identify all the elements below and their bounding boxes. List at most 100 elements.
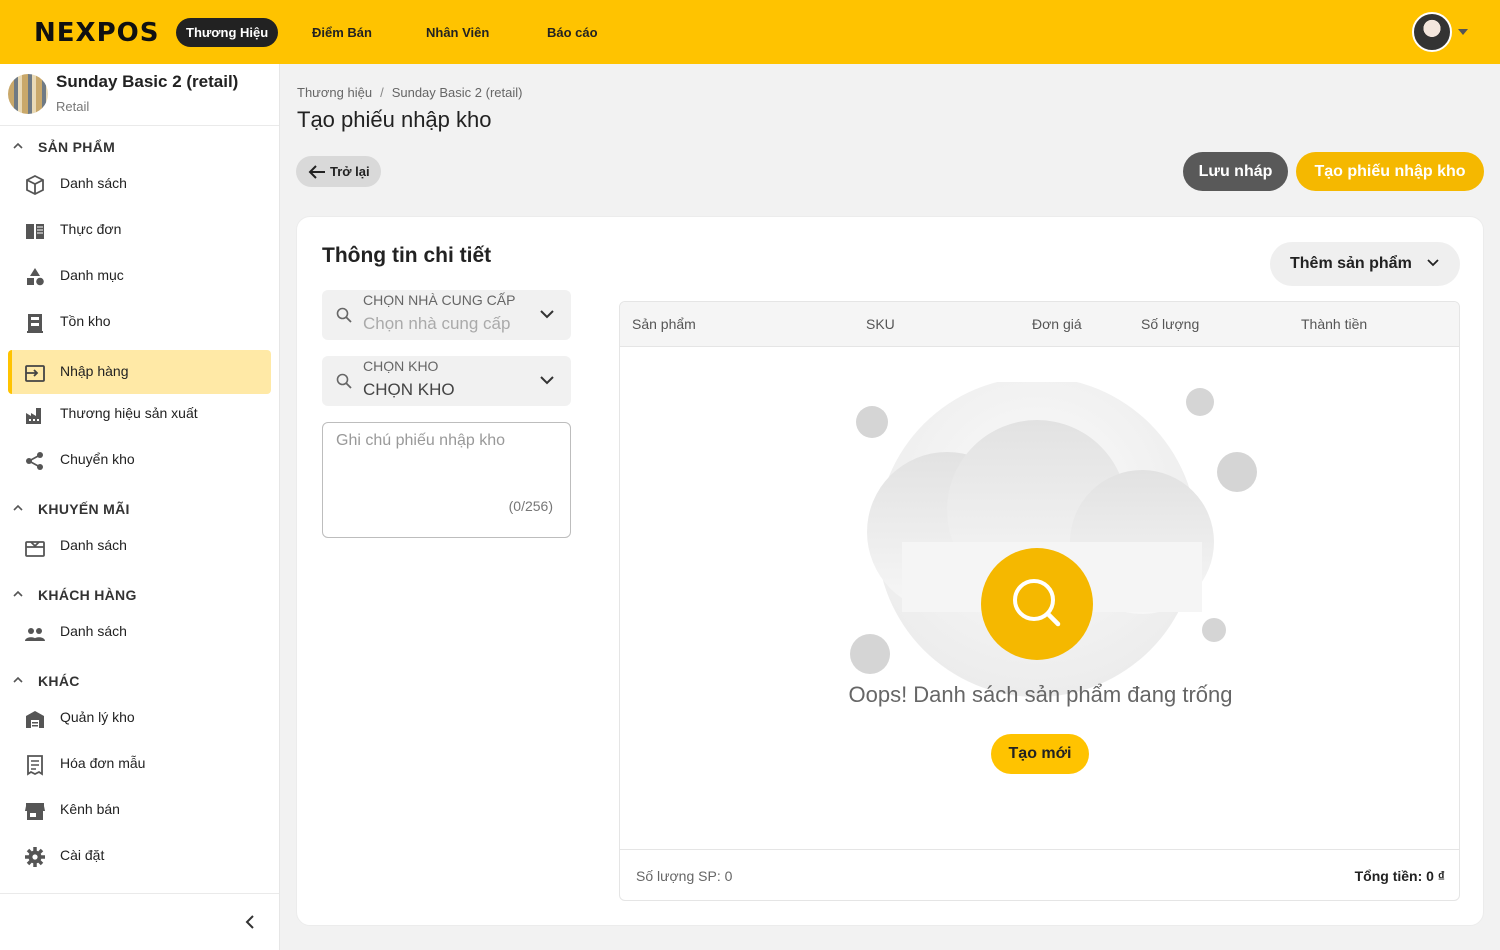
warehouse-select[interactable]: CHỌN KHO CHỌN KHO: [322, 356, 571, 406]
breadcrumb-link-thuong-hieu[interactable]: Thương hiệu: [297, 85, 372, 100]
breadcrumb-separator: /: [380, 85, 384, 100]
create-new-button[interactable]: Tạo mới: [991, 734, 1089, 774]
share-icon: [26, 452, 43, 470]
store-icon: [25, 803, 45, 820]
sidebar-item-hoa-don-mau[interactable]: Hóa đơn mẫu: [8, 742, 271, 786]
chevron-up-icon: [13, 590, 23, 597]
sidebar-item-thuong-hieu-san-xuat[interactable]: Thương hiệu sản xuất: [8, 392, 271, 436]
sidebar-item-label: Thương hiệu sản xuất: [60, 405, 198, 421]
store-name: Sunday Basic 2 (retail): [56, 72, 239, 91]
column-header-so-luong: Số lượng: [1141, 316, 1200, 332]
column-header-sku: SKU: [866, 316, 895, 332]
section-label: KHUYẾN MÃI: [38, 501, 130, 517]
import-icon: [25, 365, 45, 382]
box-icon: [26, 174, 44, 196]
sidebar-item-danh-muc[interactable]: Danh mục: [8, 254, 271, 298]
sidebar: Sunday Basic 2 (retail) Retail SẢN PHẨM …: [0, 64, 280, 950]
warehouse-value: CHỌN KHO: [363, 380, 455, 399]
warehouse-label: CHỌN KHO: [363, 358, 439, 374]
section-label: SẢN PHẨM: [38, 139, 116, 155]
back-button[interactable]: Trở lại: [296, 156, 381, 187]
section-khac[interactable]: KHÁC: [0, 670, 279, 696]
sidebar-item-label: Chuyển kho: [60, 451, 135, 467]
receipt-icon: [27, 755, 43, 776]
store-avatar: [8, 74, 48, 114]
chevron-up-icon: [13, 504, 23, 511]
sidebar-item-danh-sach-khach-hang[interactable]: Danh sách: [8, 610, 271, 654]
category-icon: [27, 268, 44, 286]
search-icon: [336, 307, 352, 323]
sidebar-item-quan-ly-kho[interactable]: Quản lý kho: [8, 696, 271, 740]
top-bar: NEXPOS Thương Hiệu Điểm Bán Nhân Viên Bá…: [0, 0, 1500, 64]
supplier-select[interactable]: CHỌN NHÀ CUNG CẤP Chọn nhà cung cấp: [322, 290, 571, 340]
sidebar-item-chuyen-kho[interactable]: Chuyển kho: [8, 438, 271, 482]
supplier-label: CHỌN NHÀ CUNG CẤP: [363, 292, 516, 308]
breadcrumb-current[interactable]: Sunday Basic 2 (retail): [392, 85, 523, 100]
chevron-down-icon: [1427, 259, 1439, 267]
user-avatar[interactable]: [1412, 12, 1452, 52]
empty-state-illustration: [850, 382, 1257, 697]
sidebar-item-label: Kênh bán: [60, 801, 120, 817]
nav-bao-cao[interactable]: Báo cáo: [537, 18, 608, 47]
column-header-don-gia: Đơn giá: [1032, 316, 1082, 332]
save-draft-button[interactable]: Lưu nháp: [1183, 152, 1288, 191]
note-textarea[interactable]: Ghi chú phiếu nhập kho (0/256): [322, 422, 571, 538]
section-khach-hang[interactable]: KHÁCH HÀNG: [0, 584, 279, 610]
nav-diem-ban[interactable]: Điểm Bán: [302, 18, 382, 47]
gift-card-icon: [25, 541, 45, 557]
section-label: KHÁCH HÀNG: [38, 587, 137, 603]
section-khuyen-mai[interactable]: KHUYẾN MÃI: [0, 498, 279, 524]
store-type: Retail: [56, 99, 90, 114]
sidebar-item-label: Cài đặt: [60, 847, 105, 863]
breadcrumb: Thương hiệu / Sunday Basic 2 (retail): [297, 85, 522, 100]
column-header-thanh-tien: Thành tiền: [1301, 316, 1368, 332]
total-amount: Tổng tiền: 0 ₫: [1354, 868, 1445, 884]
product-count: Số lượng SP: 0: [636, 868, 733, 884]
create-receipt-button[interactable]: Tạo phiếu nhập kho: [1296, 152, 1484, 191]
sidebar-footer: [0, 893, 279, 950]
sidebar-item-danh-sach-san-pham[interactable]: Danh sách: [8, 162, 271, 206]
sidebar-item-label: Danh mục: [60, 267, 124, 283]
back-button-label: Trở lại: [330, 164, 370, 179]
sidebar-item-label: Quản lý kho: [60, 709, 135, 725]
supplier-placeholder: Chọn nhà cung cấp: [363, 314, 511, 333]
collapse-sidebar-icon[interactable]: [242, 914, 258, 930]
table-footer: Số lượng SP: 0 Tổng tiền: 0 ₫: [620, 849, 1459, 900]
sidebar-item-ton-kho[interactable]: Tồn kho: [8, 300, 271, 344]
detail-card: Thông tin chi tiết Thêm sản phẩm CHỌN NH…: [296, 216, 1484, 926]
sidebar-item-danh-sach-khuyen-mai[interactable]: Danh sách: [8, 524, 271, 568]
sidebar-item-label: Tồn kho: [60, 313, 111, 329]
column-header-san-pham: Sản phẩm: [632, 316, 696, 332]
sidebar-item-label: Danh sách: [60, 623, 127, 639]
detail-title: Thông tin chi tiết: [322, 244, 492, 267]
section-label: KHÁC: [38, 673, 80, 689]
sidebar-item-label: Hóa đơn mẫu: [60, 755, 146, 771]
chevron-down-icon: [540, 376, 554, 385]
product-table: Sản phẩm SKU Đơn giá Số lượng Thành tiền: [619, 301, 1460, 901]
menu-book-icon: [26, 224, 44, 239]
sidebar-item-thuc-don[interactable]: Thực đơn: [8, 208, 271, 252]
add-product-label: Thêm sản phẩm: [1290, 255, 1412, 272]
add-product-button[interactable]: Thêm sản phẩm: [1270, 242, 1460, 286]
sidebar-item-nhap-hang[interactable]: Nhập hàng: [8, 350, 271, 394]
note-counter: (0/256): [508, 498, 553, 514]
store-header[interactable]: Sunday Basic 2 (retail) Retail: [0, 64, 279, 126]
sidebar-item-label: Danh sách: [60, 175, 127, 191]
chevron-up-icon: [13, 676, 23, 683]
search-icon: [336, 373, 352, 389]
gear-icon: [25, 847, 45, 867]
warehouse-icon: [26, 711, 44, 728]
arrow-left-icon: [308, 165, 325, 179]
sidebar-item-kenh-ban[interactable]: Kênh bán: [8, 788, 271, 832]
people-icon: [25, 628, 45, 641]
caret-down-icon[interactable]: [1458, 29, 1468, 35]
nav-nhan-vien[interactable]: Nhân Viên: [416, 18, 499, 47]
inventory-icon: [27, 314, 43, 333]
table-header: Sản phẩm SKU Đơn giá Số lượng Thành tiền: [620, 302, 1459, 347]
section-san-pham[interactable]: SẢN PHẨM: [0, 136, 279, 162]
sidebar-item-label: Nhập hàng: [60, 363, 129, 379]
nexpos-logo[interactable]: NEXPOS: [34, 18, 159, 48]
nav-thuong-hieu[interactable]: Thương Hiệu: [176, 18, 279, 47]
sidebar-item-cai-dat[interactable]: Cài đặt: [8, 834, 271, 878]
chevron-up-icon: [13, 142, 23, 149]
